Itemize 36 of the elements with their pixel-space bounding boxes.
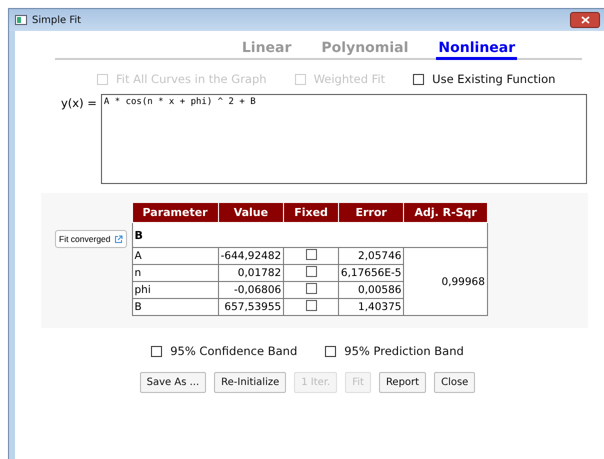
window-icon	[15, 15, 27, 25]
fixed-checkbox[interactable]	[306, 249, 317, 260]
column-header: Fixed	[284, 203, 338, 222]
column-header: Error	[338, 203, 404, 222]
external-link-icon	[114, 234, 122, 244]
table-cell: -644,92482	[218, 248, 284, 264]
table-cell: A	[132, 248, 218, 264]
action-button[interactable]: Re-Initialize	[214, 372, 286, 393]
table-cell: 0,01782	[218, 264, 284, 282]
fit-status-button[interactable]: Fit converged	[55, 230, 126, 248]
column-header: Parameter	[132, 203, 218, 222]
table-cell: n	[132, 264, 218, 282]
close-icon	[580, 16, 590, 24]
tab[interactable]: Nonlinear	[436, 39, 518, 60]
close-button[interactable]	[570, 12, 600, 28]
function-label: y(x) =	[61, 96, 97, 112]
option-checkbox[interactable]: Use Existing Function	[413, 72, 556, 86]
window-title: Simple Fit	[32, 14, 82, 26]
fixed-checkbox[interactable]	[306, 283, 317, 294]
function-field[interactable]: A * cos(n * x + phi) ^ 2 + B	[100, 94, 587, 184]
action-button[interactable]: Close	[434, 372, 476, 393]
table-cell: 0,99968	[404, 248, 488, 316]
table-cell: 657,53955	[218, 298, 284, 316]
action-button[interactable]: Report	[378, 372, 426, 393]
table-cell: -0,06806	[218, 282, 284, 298]
action-button[interactable]: Save As ...	[140, 372, 206, 393]
table-cell: 2,05746	[338, 248, 404, 264]
column-header: Value	[218, 203, 284, 222]
fixed-checkbox[interactable]	[306, 266, 317, 277]
band-checkbox[interactable]: 95% Confidence Band	[151, 344, 298, 358]
band-checkbox[interactable]: 95% Prediction Band	[325, 344, 464, 358]
table-cell: phi	[132, 282, 218, 298]
table-cell: B	[132, 298, 218, 316]
group-cell: B	[132, 222, 488, 248]
column-header: Adj. R-Sqr	[404, 203, 488, 222]
fixed-checkbox[interactable]	[306, 300, 317, 311]
